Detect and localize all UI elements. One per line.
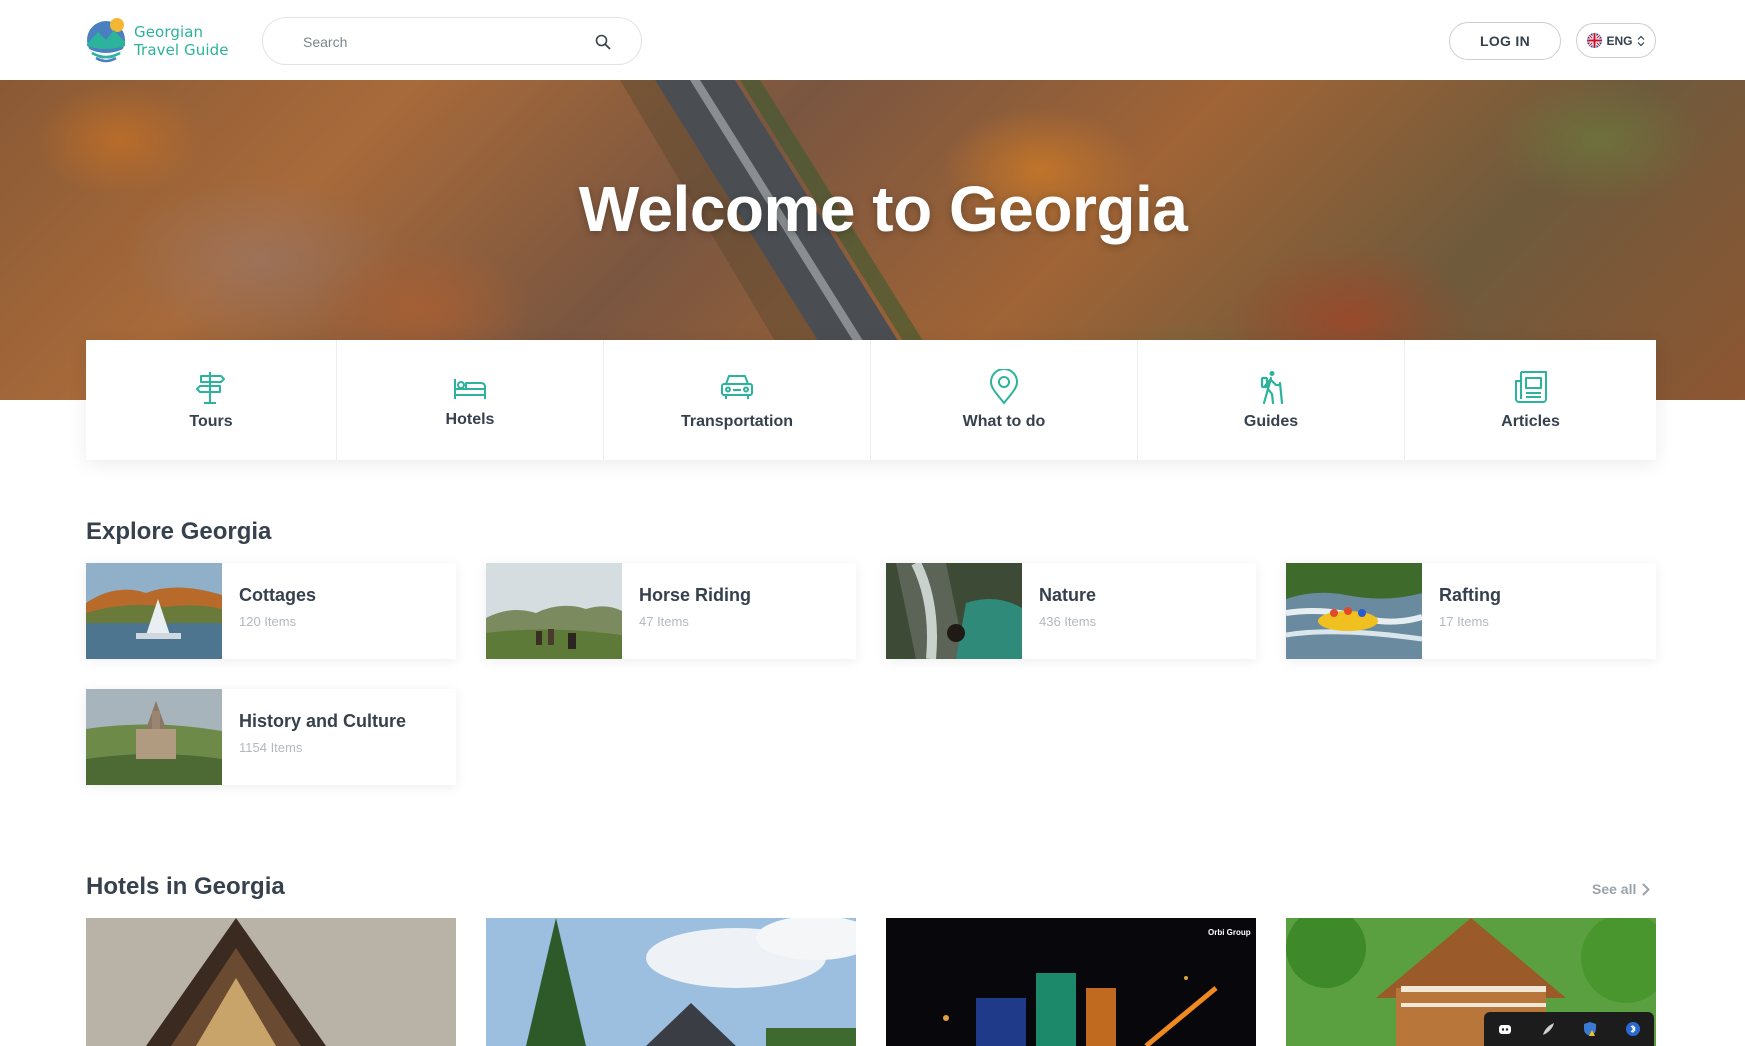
- search-icon[interactable]: [595, 34, 611, 50]
- cottages-image: [86, 563, 222, 659]
- top-header: Georgian Travel Guide LOG IN ENG: [0, 0, 1745, 80]
- hiker-icon: [1260, 371, 1284, 405]
- explore-card-count: 436 Items: [1039, 614, 1097, 629]
- explore-card-nature[interactable]: Nature 436 Items: [886, 563, 1256, 659]
- login-button[interactable]: LOG IN: [1449, 22, 1561, 60]
- category-guides[interactable]: Guides: [1138, 340, 1405, 460]
- hotel-card[interactable]: Orbi Group: [886, 918, 1256, 1046]
- hotel-card[interactable]: [486, 918, 856, 1046]
- explore-card-count: 120 Items: [239, 614, 297, 629]
- up-down-chevron-icon: [1637, 35, 1644, 46]
- see-all-link[interactable]: See all: [1592, 881, 1651, 897]
- logo[interactable]: Georgian Travel Guide: [86, 16, 232, 66]
- hotel-image: [86, 918, 456, 1046]
- explore-card-cottages[interactable]: Cottages 120 Items: [86, 563, 456, 659]
- bed-icon: [454, 379, 486, 399]
- explore-card-title: Cottages: [239, 585, 317, 605]
- hero-title: Welcome to Georgia: [578, 173, 1188, 245]
- category-label: What to do: [962, 413, 1046, 430]
- explore-card-title: History and Culture: [239, 711, 407, 731]
- explore-card-count: 17 Items: [1439, 614, 1489, 629]
- horse-riding-image: [486, 563, 622, 659]
- explore-card-horse-riding[interactable]: Horse Riding 47 Items: [486, 563, 856, 659]
- category-hotels[interactable]: Hotels: [337, 340, 604, 460]
- language-selector[interactable]: ENG: [1576, 23, 1656, 58]
- category-label: Hotels: [445, 411, 495, 428]
- category-label: Articles: [1501, 413, 1560, 430]
- explore-card-count: 47 Items: [639, 614, 689, 629]
- rafting-image: [1286, 563, 1422, 659]
- hotel-watermark: Orbi Group: [1208, 928, 1251, 937]
- bluetooth-icon[interactable]: [1625, 1021, 1641, 1037]
- category-bar: Tours Hotels Transportation What to do G…: [86, 340, 1656, 460]
- explore-card-count: 1154 Items: [239, 740, 303, 755]
- discord-icon[interactable]: [1497, 1021, 1513, 1037]
- hotel-image: [486, 918, 856, 1046]
- see-all-label: See all: [1592, 881, 1637, 897]
- car-icon: [721, 375, 753, 399]
- chevron-right-icon: [1642, 883, 1651, 895]
- map-pin-icon: [990, 369, 1018, 404]
- explore-card-title: Horse Riding: [639, 585, 752, 605]
- category-label: Transportation: [680, 413, 793, 430]
- shield-warning-icon[interactable]: [1582, 1021, 1598, 1037]
- category-label: Tours: [189, 413, 233, 430]
- search-box: [262, 17, 642, 65]
- signpost-icon: [196, 372, 225, 404]
- search-input[interactable]: [303, 31, 583, 53]
- hotels-section-title: Hotels in Georgia: [86, 873, 285, 900]
- category-label: Guides: [1243, 413, 1299, 430]
- explore-card-title: Rafting: [1439, 585, 1501, 605]
- explore-card-rafting[interactable]: Rafting 17 Items: [1286, 563, 1656, 659]
- category-articles[interactable]: Articles: [1405, 340, 1656, 460]
- logo-line-2: Travel Guide: [134, 41, 229, 59]
- newspaper-icon: [1514, 371, 1547, 403]
- system-tray: [1484, 1012, 1654, 1046]
- category-tours[interactable]: Tours: [86, 340, 337, 460]
- logo-icon: [86, 16, 126, 66]
- hotel-image: Orbi Group: [886, 918, 1256, 1046]
- category-what-to-do[interactable]: What to do: [871, 340, 1138, 460]
- logo-text: Georgian Travel Guide: [134, 23, 229, 59]
- feather-icon[interactable]: [1540, 1021, 1556, 1037]
- uk-flag-icon: [1587, 33, 1603, 48]
- nature-image: [886, 563, 1022, 659]
- explore-card-title: Nature: [1039, 585, 1097, 605]
- hotel-card[interactable]: [86, 918, 456, 1046]
- logo-line-1: Georgian: [134, 23, 204, 41]
- category-transportation[interactable]: Transportation: [604, 340, 871, 460]
- history-culture-image: [86, 689, 222, 785]
- language-label: ENG: [1606, 33, 1633, 48]
- explore-section-title: Explore Georgia: [86, 518, 272, 545]
- explore-card-history-culture[interactable]: History and Culture 1154 Items: [86, 689, 456, 785]
